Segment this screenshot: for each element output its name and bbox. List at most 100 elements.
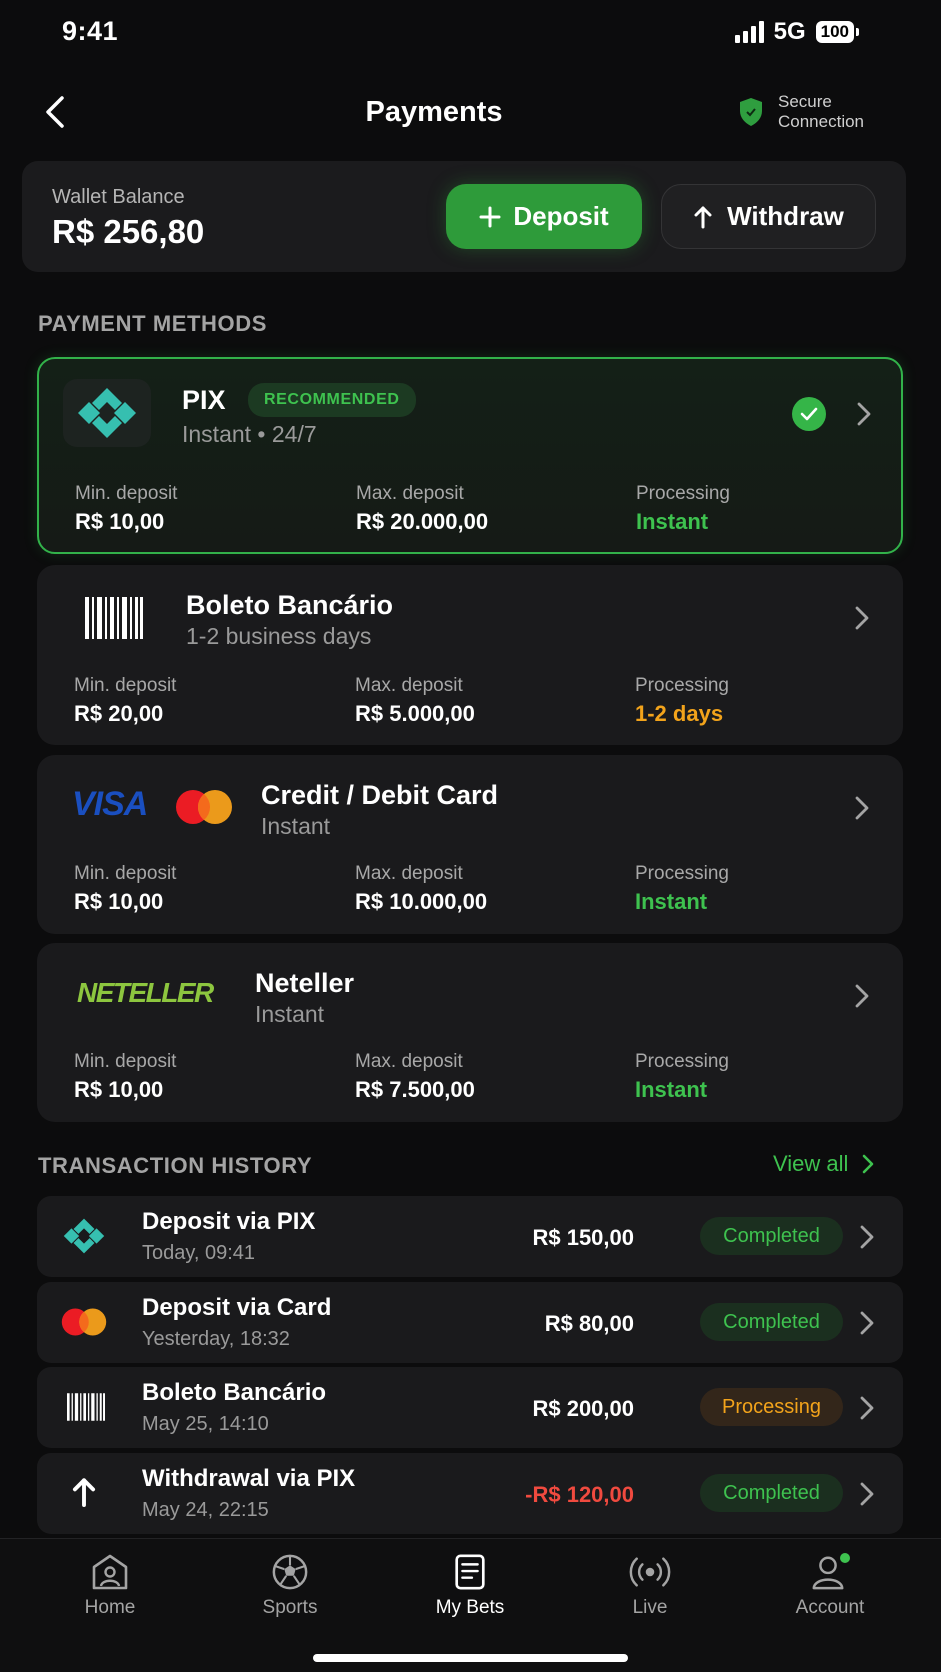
status-badge: Completed — [700, 1217, 843, 1255]
method-subtitle: 1-2 business days — [186, 623, 372, 649]
arrow-up-icon — [694, 206, 712, 228]
processing-value: Instant — [635, 889, 708, 914]
min-deposit-value: R$ 20,00 — [74, 701, 164, 726]
arrow-up-icon — [72, 1478, 96, 1507]
transaction-date: Today, 09:41 — [142, 1242, 256, 1264]
visa-logo: VISA — [72, 785, 148, 823]
home-indicator — [313, 1654, 628, 1662]
method-subtitle: Instant — [255, 1001, 325, 1027]
chevron-right-icon — [855, 796, 869, 820]
view-all-link[interactable]: View all — [773, 1151, 874, 1177]
plus-icon — [479, 206, 501, 227]
max-deposit-label: Max. deposit — [355, 1051, 463, 1072]
transaction-row[interactable]: Deposit via PIX Today, 09:41 R$ 150,00 C… — [37, 1196, 903, 1277]
transaction-title: Withdrawal via PIX — [142, 1465, 356, 1492]
view-all-label: View all — [773, 1151, 849, 1176]
payment-method-card[interactable]: VISA Credit / Debit Card Instant Min. de… — [37, 755, 903, 934]
chevron-right-icon — [860, 1225, 874, 1249]
live-broadcast-icon — [629, 1557, 671, 1587]
max-deposit-value: R$ 5.000,00 — [355, 701, 475, 726]
method-name: PIX — [182, 385, 226, 415]
tab-label: Live — [632, 1597, 668, 1618]
transaction-amount: -R$ 120,00 — [525, 1482, 634, 1507]
barcode-icon — [67, 1393, 105, 1421]
transaction-row[interactable]: Withdrawal via PIX May 24, 22:15 -R$ 120… — [37, 1453, 903, 1534]
deposit-button[interactable]: Deposit — [446, 184, 642, 249]
transaction-amount: R$ 200,00 — [532, 1396, 634, 1421]
secure-text-line1: Secure — [778, 92, 832, 111]
transaction-date: May 25, 14:10 — [142, 1413, 269, 1435]
method-name: Boleto Bancário — [186, 590, 394, 620]
processing-value: Instant — [636, 509, 709, 534]
chevron-right-icon — [855, 606, 869, 630]
transaction-title: Deposit via Card — [142, 1294, 332, 1321]
chevron-right-icon — [863, 1154, 874, 1174]
transaction-amount: R$ 80,00 — [544, 1311, 634, 1336]
max-deposit-value: R$ 20.000,00 — [356, 509, 489, 534]
payment-method-boleto[interactable]: Boleto Bancário 1-2 business days Min. d… — [37, 565, 903, 745]
tab-label: Sports — [262, 1597, 318, 1618]
tab-account[interactable]: Account — [770, 1553, 890, 1619]
method-subtitle: Instant — [261, 813, 331, 839]
status-badge: Completed — [700, 1303, 843, 1341]
payment-method-neteller[interactable]: NETELLER Neteller Instant Min. deposit R… — [37, 943, 903, 1122]
tab-my-bets[interactable]: My Bets — [410, 1553, 530, 1619]
wallet-balance-amount: R$ 256,80 — [52, 213, 205, 250]
pix-icon — [78, 388, 136, 438]
wallet-balance-label: Wallet Balance — [52, 186, 185, 208]
min-deposit-value: R$ 10,00 — [74, 1077, 164, 1102]
mastercard-icon — [176, 790, 232, 824]
method-subtitle: Instant • 24/7 — [182, 421, 317, 447]
withdraw-button-label: Withdraw — [727, 201, 844, 231]
selected-check-icon — [792, 397, 826, 431]
withdraw-button[interactable]: Withdraw — [661, 184, 876, 249]
transaction-history-heading: TRANSACTION HISTORY — [38, 1153, 313, 1178]
transaction-title: Deposit via PIX — [142, 1208, 316, 1235]
payment-method-pix[interactable]: PIX RECOMMENDED Instant • 24/7 Min. depo… — [37, 357, 903, 554]
min-deposit-label: Min. deposit — [74, 675, 177, 696]
max-deposit-value: R$ 10.000,00 — [355, 889, 488, 914]
battery-level: 100 — [815, 21, 854, 43]
min-deposit-label: Min. deposit — [74, 863, 177, 884]
status-badge: Completed — [700, 1474, 843, 1512]
recommended-badge: RECOMMENDED — [248, 383, 416, 417]
min-deposit-value: R$ 10,00 — [75, 509, 165, 534]
transaction-row[interactable]: Boleto Bancário May 25, 14:10 R$ 200,00 … — [37, 1367, 903, 1448]
status-time: 9:41 — [62, 16, 119, 46]
mastercard-icon — [61, 1308, 107, 1336]
transaction-title: Boleto Bancário — [142, 1379, 327, 1406]
processing-value: Instant — [635, 1077, 708, 1102]
tab-home[interactable]: Home — [50, 1553, 170, 1619]
payment-methods-heading: PAYMENT METHODS — [38, 311, 268, 336]
notification-dot — [840, 1553, 850, 1563]
shield-icon — [740, 98, 762, 126]
status-badge: Processing — [700, 1388, 843, 1426]
pix-logo — [63, 379, 151, 447]
chevron-right-icon — [860, 1396, 874, 1420]
tab-label: Home — [84, 1597, 136, 1618]
deposit-button-label: Deposit — [513, 201, 609, 231]
processing-label: Processing — [636, 483, 730, 504]
method-name: Neteller — [255, 968, 355, 998]
tab-label: My Bets — [435, 1597, 505, 1618]
min-deposit-label: Min. deposit — [75, 483, 178, 504]
max-deposit-value: R$ 7.500,00 — [355, 1077, 475, 1102]
tab-live[interactable]: Live — [590, 1553, 710, 1619]
max-deposit-label: Max. deposit — [356, 483, 464, 504]
signal-icon — [734, 21, 764, 43]
processing-value: 1-2 days — [635, 701, 724, 726]
transaction-amount: R$ 150,00 — [532, 1225, 634, 1250]
soccer-ball-icon — [272, 1554, 308, 1590]
method-name: Credit / Debit Card — [261, 780, 499, 810]
secure-connection-indicator: Secure Connection — [738, 92, 864, 132]
chevron-right-icon — [860, 1311, 874, 1335]
secure-text-line2: Connection — [778, 112, 865, 131]
max-deposit-label: Max. deposit — [355, 863, 463, 884]
home-icon — [92, 1554, 128, 1590]
max-deposit-label: Max. deposit — [355, 675, 463, 696]
barcode-icon — [85, 597, 143, 639]
chevron-right-icon — [860, 1482, 874, 1506]
chevron-right-icon — [857, 402, 871, 426]
transaction-row[interactable]: Deposit via Card Yesterday, 18:32 R$ 80,… — [37, 1282, 903, 1363]
tab-sports[interactable]: Sports — [230, 1553, 350, 1619]
